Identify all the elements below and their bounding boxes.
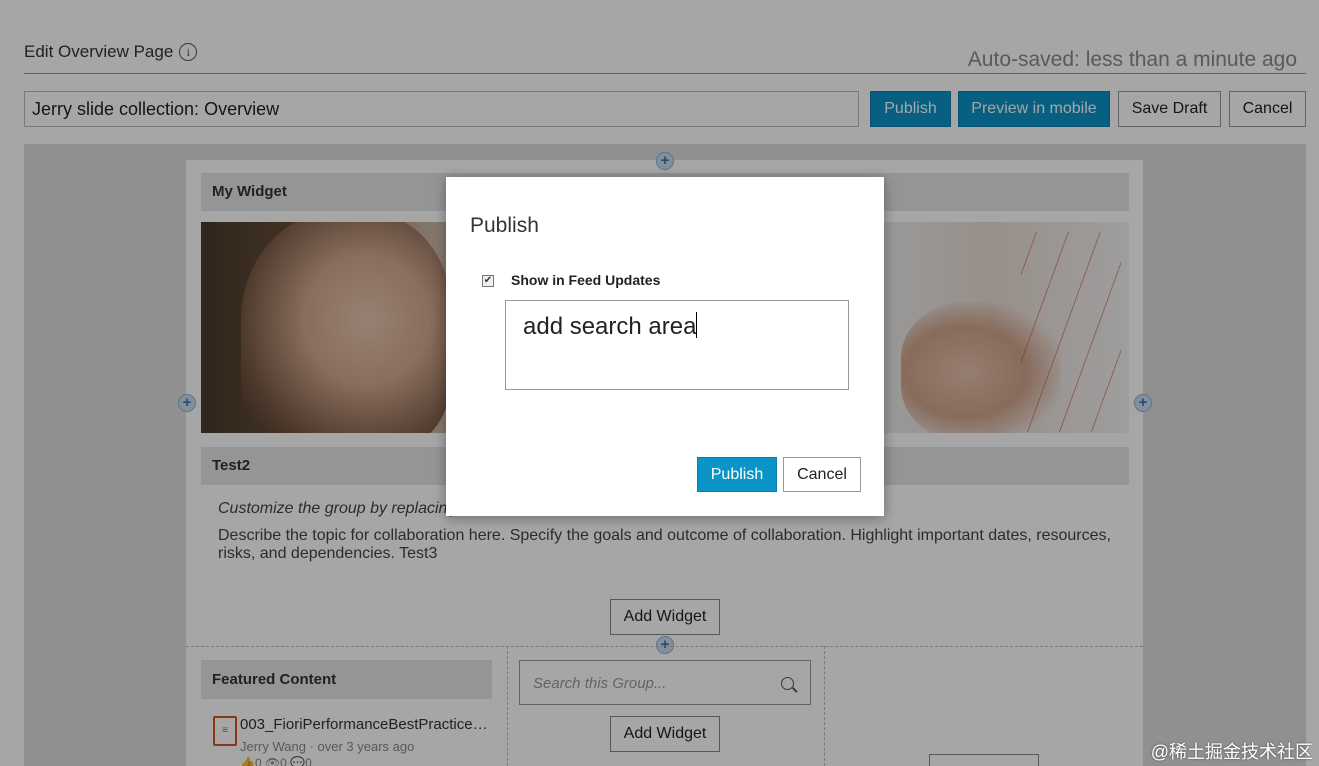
show-in-feed-label[interactable]: Show in Feed Updates <box>511 272 660 288</box>
publish-message-textarea[interactable]: add search area <box>505 300 849 390</box>
show-in-feed-checkbox[interactable]: ✔ <box>482 275 494 287</box>
dialog-title: Publish <box>470 214 539 237</box>
publish-message-text: add search area <box>523 313 697 340</box>
watermark: @稀土掘金技术社区 <box>1150 742 1313 762</box>
text-caret <box>696 312 698 338</box>
dialog-cancel-button[interactable]: Cancel <box>783 457 861 492</box>
publish-dialog: Publish ✔ Show in Feed Updates add searc… <box>446 177 884 516</box>
dialog-publish-button[interactable]: Publish <box>697 457 777 492</box>
